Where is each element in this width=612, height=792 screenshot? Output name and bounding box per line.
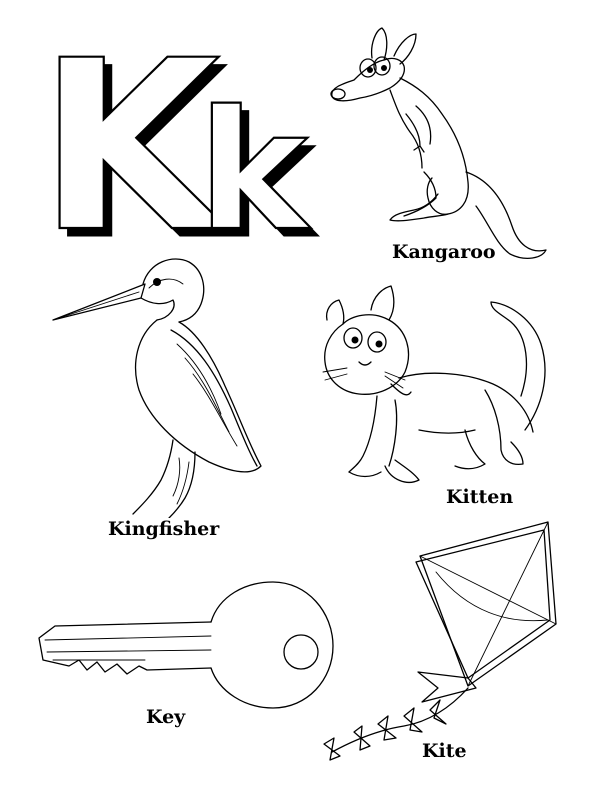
- kite-icon: [323, 521, 557, 761]
- key-icon: [38, 581, 334, 709]
- kingfisher-icon: [52, 258, 262, 518]
- kitten-icon: [322, 285, 546, 483]
- kingfisher-label: Kingfisher: [108, 518, 220, 540]
- letter-k-graphic: K k K k: [37, 40, 320, 250]
- kangaroo-icon: [330, 27, 547, 260]
- lowercase-k: k: [198, 75, 311, 250]
- kite-label: Kite: [422, 740, 467, 762]
- key-label: Key: [146, 706, 186, 728]
- kitten-label: Kitten: [446, 486, 514, 508]
- kangaroo-label: Kangaroo: [392, 241, 496, 263]
